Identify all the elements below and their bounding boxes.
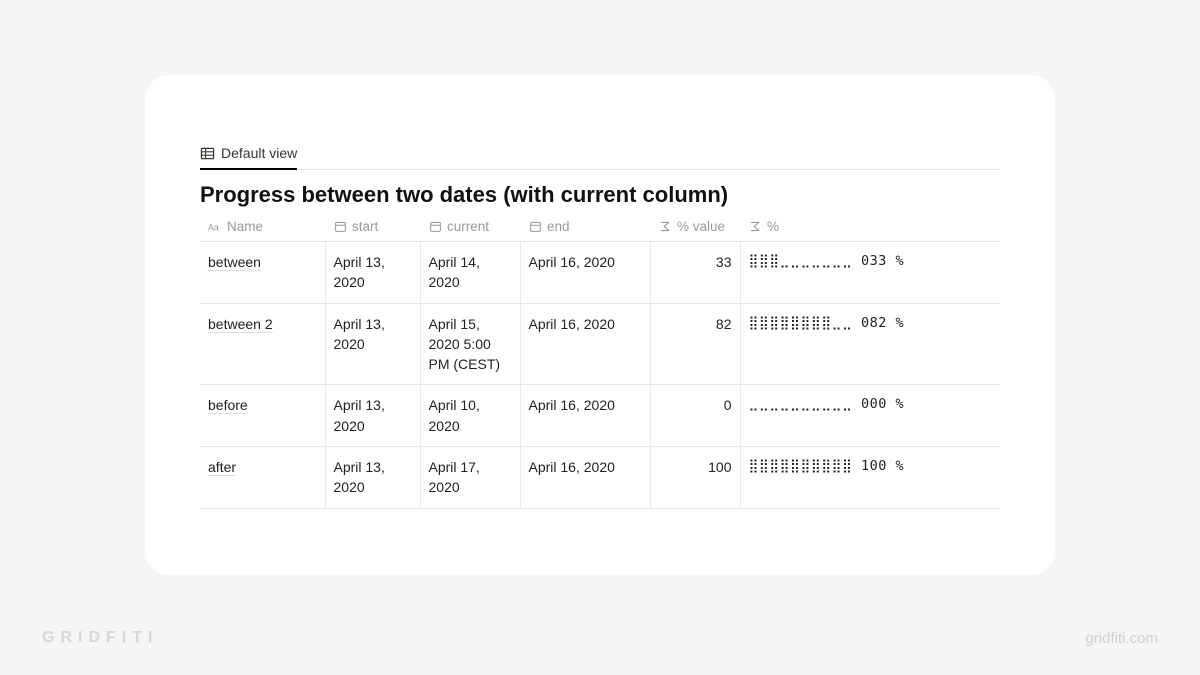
- svg-text:Aa: Aa: [208, 222, 219, 232]
- cell-value[interactable]: 100: [650, 447, 740, 509]
- brand-watermark: GRIDFITI: [42, 629, 158, 647]
- table-row[interactable]: after April 13, 2020 April 17, 2020 Apri…: [200, 447, 1000, 509]
- column-header-current[interactable]: current: [420, 212, 520, 242]
- column-header-start[interactable]: start: [325, 212, 420, 242]
- database-card: Default view Progress between two dates …: [145, 75, 1055, 575]
- column-header-progress[interactable]: %: [740, 212, 1000, 242]
- cell-end[interactable]: April 16, 2020: [520, 242, 650, 304]
- tab-label: Default view: [221, 145, 297, 161]
- column-header-end[interactable]: end: [520, 212, 650, 242]
- cell-current[interactable]: April 15, 2020 5:00 PM (CEST): [420, 303, 520, 385]
- cell-name[interactable]: between 2: [200, 303, 325, 385]
- cell-name[interactable]: after: [200, 447, 325, 509]
- date-prop-icon: [528, 220, 542, 234]
- database-title[interactable]: Progress between two dates (with current…: [200, 182, 1000, 208]
- database-table: Aa Name start: [200, 212, 1000, 509]
- brand-url: gridfiti.com: [1085, 630, 1158, 647]
- cell-value[interactable]: 0: [650, 385, 740, 447]
- table-row[interactable]: before April 13, 2020 April 10, 2020 Apr…: [200, 385, 1000, 447]
- cell-start[interactable]: April 13, 2020: [325, 385, 420, 447]
- column-label: Name: [227, 219, 263, 234]
- column-header-value[interactable]: % value: [650, 212, 740, 242]
- formula-prop-icon: [658, 220, 672, 234]
- cell-progress[interactable]: ⣀⣀⣀⣀⣀⣀⣀⣀⣀⣀ 000 %: [740, 385, 1000, 447]
- cell-progress[interactable]: ⣿⣿⣿⣿⣿⣿⣿⣿⣀⣀ 082 %: [740, 303, 1000, 385]
- column-label: % value: [677, 219, 725, 234]
- cell-value[interactable]: 33: [650, 242, 740, 304]
- cell-progress[interactable]: ⣿⣿⣿⣿⣿⣿⣿⣿⣿⣿ 100 %: [740, 447, 1000, 509]
- tab-default-view[interactable]: Default view: [200, 145, 297, 170]
- title-prop-icon: Aa: [208, 220, 222, 234]
- cell-value[interactable]: 82: [650, 303, 740, 385]
- column-label: current: [447, 219, 489, 234]
- cell-current[interactable]: April 17, 2020: [420, 447, 520, 509]
- cell-name[interactable]: between: [200, 242, 325, 304]
- cell-start[interactable]: April 13, 2020: [325, 242, 420, 304]
- cell-progress[interactable]: ⣿⣿⣿⣀⣀⣀⣀⣀⣀⣀ 033 %: [740, 242, 1000, 304]
- date-prop-icon: [333, 220, 347, 234]
- table-icon: [200, 146, 215, 161]
- cell-end[interactable]: April 16, 2020: [520, 385, 650, 447]
- cell-name[interactable]: before: [200, 385, 325, 447]
- cell-end[interactable]: April 16, 2020: [520, 447, 650, 509]
- view-tabs: Default view: [200, 145, 1000, 170]
- column-label: %: [767, 219, 779, 234]
- cell-end[interactable]: April 16, 2020: [520, 303, 650, 385]
- formula-prop-icon: [748, 220, 762, 234]
- cell-start[interactable]: April 13, 2020: [325, 447, 420, 509]
- table-row[interactable]: between April 13, 2020 April 14, 2020 Ap…: [200, 242, 1000, 304]
- column-label: start: [352, 219, 378, 234]
- date-prop-icon: [428, 220, 442, 234]
- column-label: end: [547, 219, 570, 234]
- cell-current[interactable]: April 10, 2020: [420, 385, 520, 447]
- table-header-row: Aa Name start: [200, 212, 1000, 242]
- cell-start[interactable]: April 13, 2020: [325, 303, 420, 385]
- table-row[interactable]: between 2 April 13, 2020 April 15, 2020 …: [200, 303, 1000, 385]
- column-header-name[interactable]: Aa Name: [200, 212, 325, 242]
- cell-current[interactable]: April 14, 2020: [420, 242, 520, 304]
